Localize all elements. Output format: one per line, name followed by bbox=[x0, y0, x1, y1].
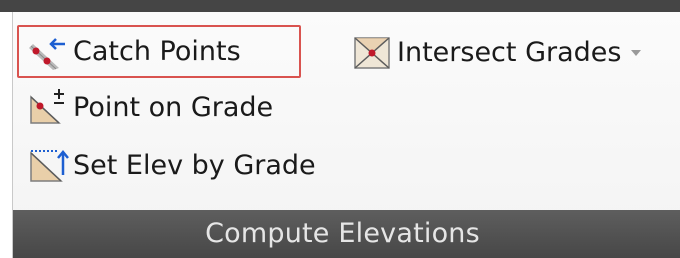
panel-title: Compute Elevations bbox=[205, 217, 480, 249]
set-elev-by-grade-label: Set Elev by Grade bbox=[73, 149, 316, 181]
intersect-grades-label: Intersect Grades bbox=[397, 36, 622, 68]
set-elev-by-grade-icon bbox=[25, 145, 73, 185]
catch-points-icon bbox=[25, 32, 73, 72]
point-on-grade-icon bbox=[25, 87, 73, 127]
point-on-grade-button[interactable]: Point on Grade bbox=[25, 82, 273, 132]
set-elev-by-grade-button[interactable]: Set Elev by Grade bbox=[25, 140, 316, 190]
compute-elevations-panel: Catch Points Intersect Grades Point on G… bbox=[12, 12, 680, 258]
catch-points-label: Catch Points bbox=[73, 36, 241, 67]
point-on-grade-label: Point on Grade bbox=[73, 91, 274, 123]
dropdown-arrow-icon[interactable] bbox=[631, 50, 642, 56]
panel-title-bar[interactable]: Compute Elevations bbox=[13, 210, 680, 258]
ribbon-top-strip bbox=[0, 0, 680, 12]
catch-points-button[interactable]: Catch Points bbox=[17, 25, 301, 78]
intersect-grades-button[interactable]: Intersect Grades bbox=[349, 26, 642, 78]
intersect-grades-icon bbox=[349, 32, 397, 72]
